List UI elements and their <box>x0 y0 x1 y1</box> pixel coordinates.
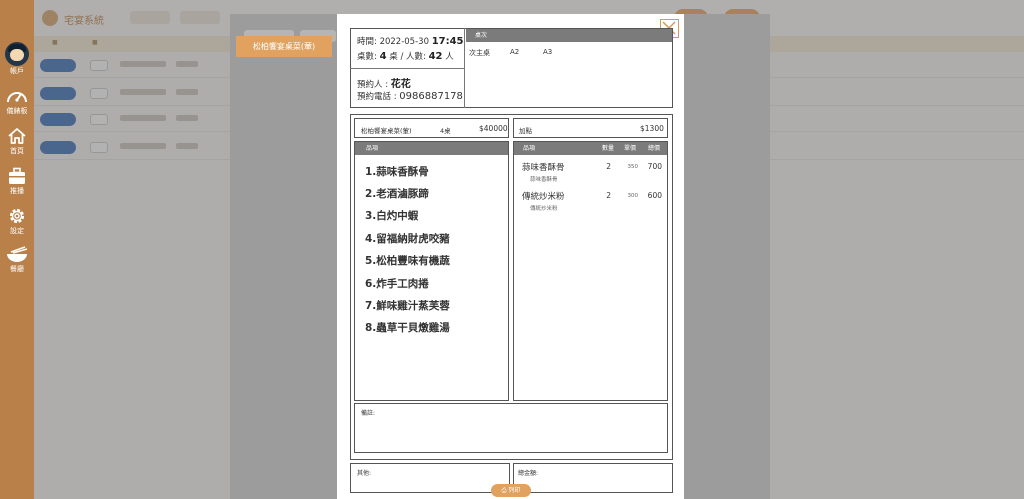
dish-item: 4.留福納財虎咬豬 <box>365 233 450 245</box>
sidebar-item-account[interactable]: 帳戶 <box>0 42 34 76</box>
set-menu-tag-button[interactable]: 松柏饗宴桌菜(葷) <box>236 36 332 57</box>
addon-total: $1300 <box>640 124 664 133</box>
dish-item: 2.老酒滷豚蹄 <box>365 188 429 200</box>
addon-label: 加點 <box>519 127 532 135</box>
sidebar: 帳戶 儀錶板 首頁 推播 設定 餐廳 <box>0 0 34 499</box>
sidebar-item-label: 儀錶板 <box>6 107 28 115</box>
others-label: 其他: <box>357 470 372 477</box>
reservation-time: 時間: 2022-05-30 17:45 <box>357 36 464 47</box>
booker-phone: 預約電話 : 0986887178 <box>357 91 463 102</box>
gauge-icon <box>7 92 27 103</box>
sidebar-item-label: 帳戶 <box>10 67 24 75</box>
sidebar-item-label: 推播 <box>10 187 24 195</box>
divider <box>464 28 465 108</box>
dish-item: 8.蟲草干貝燉雞湯 <box>365 322 450 334</box>
grand-total-label: 總金額: <box>518 470 539 477</box>
table-section-header: 桌次 <box>466 29 672 42</box>
remarks-label: 備註: <box>361 410 376 417</box>
others-field[interactable] <box>350 463 510 493</box>
addon-column-header: 品項 數量 單價 總價 <box>514 142 667 155</box>
dish-item: 5.松柏豐味有機蔬 <box>365 255 450 267</box>
print-button[interactable]: ⎙ 列印 <box>491 484 531 497</box>
divider <box>350 68 464 69</box>
set-menu-list <box>354 141 509 401</box>
print-label: 列印 <box>508 487 521 494</box>
avatar-icon <box>5 42 29 66</box>
sidebar-item-label: 首頁 <box>10 147 24 155</box>
sidebar-item-dashboard[interactable]: 儀錶板 <box>0 86 34 116</box>
dish-item: 6.炸手工肉捲 <box>365 278 429 290</box>
booker-name: 預約人 : 花花 <box>357 79 411 90</box>
sidebar-item-home[interactable]: 首頁 <box>0 126 34 156</box>
briefcase-icon <box>9 167 25 184</box>
reservation-counts: 桌數: 4 桌 / 人數: 42 人 <box>357 51 454 62</box>
table-seat: 次主桌 <box>469 49 490 57</box>
bowl-icon <box>7 246 28 262</box>
sidebar-item-label: 設定 <box>10 227 24 235</box>
dish-item: 1.蒜味香酥骨 <box>365 166 429 178</box>
sidebar-item-restaurant[interactable]: 餐廳 <box>0 246 34 274</box>
table-seat: A3 <box>543 48 553 56</box>
sidebar-item-push[interactable]: 推播 <box>0 166 34 196</box>
dish-item: 3.白灼中蝦 <box>365 210 419 222</box>
set-menu-tables: 4桌 <box>440 127 451 135</box>
sidebar-item-label: 餐廳 <box>10 265 24 273</box>
remarks-field[interactable] <box>354 403 668 453</box>
gear-icon <box>9 208 25 224</box>
set-menu-price: $40000 <box>479 124 508 133</box>
print-icon: ⎙ <box>501 487 507 494</box>
sidebar-item-settings[interactable]: 設定 <box>0 206 34 236</box>
set-menu-name: 松柏饗宴桌菜(葷) <box>361 127 412 135</box>
set-menu-column-header: 品項 <box>355 142 508 155</box>
dish-item: 7.鮮味雞汁蒸芙蓉 <box>365 300 450 312</box>
home-icon <box>8 128 26 144</box>
table-seat: A2 <box>510 48 520 56</box>
